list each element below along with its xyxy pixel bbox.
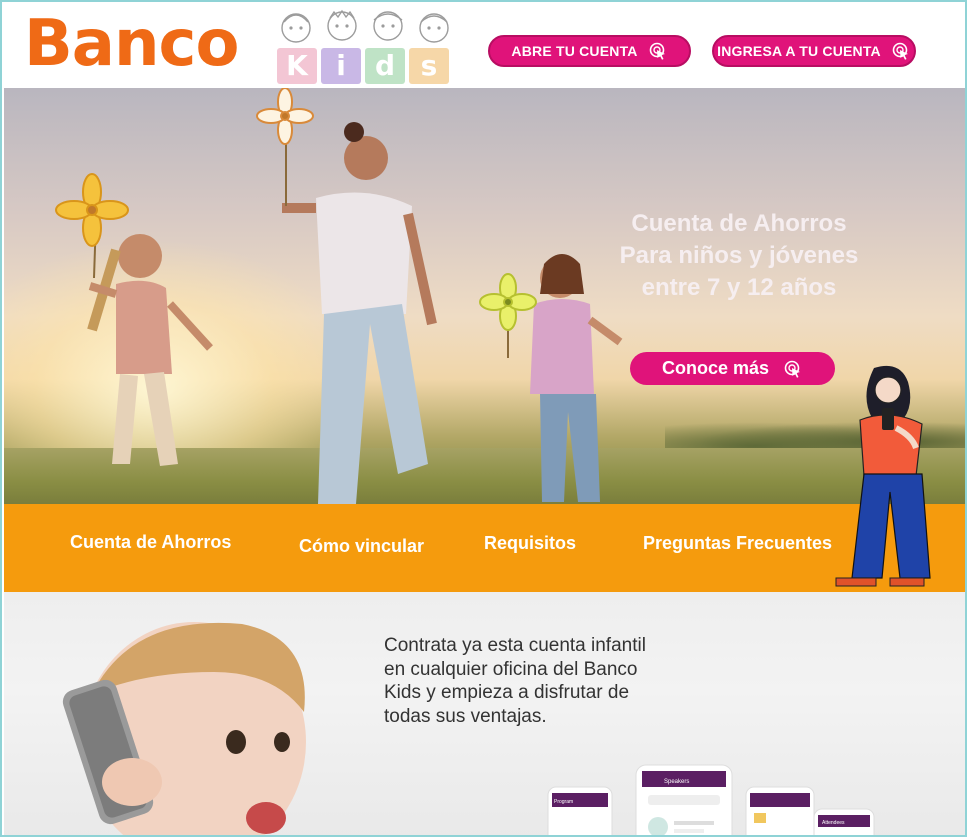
- phone-screen-title: Attendees: [822, 820, 845, 826]
- cursor-click-icon: [649, 42, 665, 60]
- login-button[interactable]: INGRESA A TU CUENTA: [712, 35, 916, 67]
- promo-section: Contrata ya esta cuenta infantil en cual…: [4, 592, 965, 835]
- kids-logo[interactable]: K i d s: [268, 6, 458, 86]
- hero-banner: Cuenta de Ahorros Para niños y jóvenes e…: [4, 88, 965, 504]
- page-frame: Banco K i d s ABRE TU CUENTA INGRESA A T…: [0, 0, 967, 837]
- banco-logo[interactable]: Banco: [24, 8, 239, 80]
- learn-more-label: Conoce más: [661, 358, 770, 378]
- cursor-click-icon: [784, 360, 801, 378]
- hero-title: Cuenta de Ahorros Para niños y jóvenes e…: [604, 208, 874, 304]
- hero-title-line: Cuenta de Ahorros: [631, 210, 847, 237]
- site-header: Banco K i d s ABRE TU CUENTA INGRESA A T…: [2, 2, 965, 88]
- app-mockup-phones: Program Speakers Attendees: [547, 764, 875, 835]
- learn-more-button[interactable]: Conoce más: [630, 352, 835, 385]
- cursor-click-icon: [892, 42, 908, 60]
- hero-title-line: entre 7 y 12 años: [641, 274, 837, 301]
- phone-screen-title: Speakers: [664, 779, 689, 785]
- nav-savings-account[interactable]: Cuenta de Ahorros: [70, 532, 231, 553]
- kids-letter: d: [365, 48, 405, 84]
- family-photo-illustration: [55, 88, 623, 504]
- kids-letter: K: [277, 48, 317, 84]
- nav-requirements[interactable]: Requisitos: [484, 533, 576, 554]
- section-nav: Cuenta de Ahorros Cómo vincular Requisit…: [4, 504, 965, 592]
- open-account-label: ABRE TU CUENTA: [511, 43, 638, 59]
- kids-letters: K i d s: [268, 48, 458, 86]
- kids-faces-illustration: [281, 9, 449, 43]
- nav-faq[interactable]: Preguntas Frecuentes: [643, 533, 832, 554]
- open-account-button[interactable]: ABRE TU CUENTA: [488, 35, 691, 67]
- kids-letter: s: [409, 48, 449, 84]
- nav-how-to-link[interactable]: Cómo vincular: [299, 536, 424, 557]
- hero-title-line: Para niños y jóvenes: [619, 242, 859, 269]
- promo-text: Contrata ya esta cuenta infantil en cual…: [384, 635, 646, 727]
- baby-phone-photo: [62, 622, 306, 835]
- kids-letter: i: [321, 48, 361, 84]
- login-label: INGRESA A TU CUENTA: [717, 43, 881, 59]
- phone-screen-title: Program: [554, 799, 573, 805]
- woman-phone-illustration: [835, 365, 931, 587]
